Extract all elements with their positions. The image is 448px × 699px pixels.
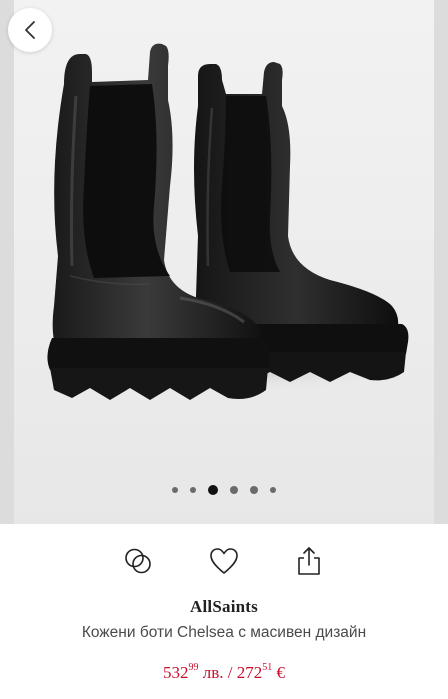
share-button[interactable]	[291, 543, 327, 579]
price-eur-currency: €	[272, 663, 285, 682]
gallery-dot[interactable]	[230, 486, 238, 494]
gallery-pagination	[0, 484, 448, 496]
gallery-dot[interactable]	[250, 486, 258, 494]
product-image-gallery[interactable]	[0, 0, 448, 524]
gallery-dot[interactable]	[190, 487, 196, 493]
compare-button[interactable]	[120, 543, 156, 579]
price-bgn-main: 532	[163, 663, 189, 682]
gallery-dot-active[interactable]	[208, 485, 218, 495]
chevron-left-icon	[25, 21, 35, 39]
compare-circles-icon	[125, 548, 151, 574]
previous-image-peek	[0, 0, 14, 524]
heart-icon	[210, 548, 238, 574]
wishlist-button[interactable]	[206, 543, 242, 579]
price-bgn-currency: лв. /	[198, 663, 237, 682]
product-name: Кожени боти Chelsea с масивен дизайн	[81, 624, 367, 641]
next-image-peek	[434, 0, 448, 524]
share-icon	[298, 547, 320, 575]
gallery-dot[interactable]	[172, 487, 178, 493]
product-actions-bar	[0, 543, 448, 579]
product-image	[40, 43, 420, 400]
price-eur-decimal: 51	[262, 662, 273, 673]
back-button[interactable]	[8, 8, 52, 52]
product-price: 53299 лв. / 27251 €	[0, 662, 448, 683]
gallery-dot[interactable]	[270, 487, 276, 493]
product-brand[interactable]: AllSaints	[0, 597, 448, 617]
price-eur-main: 272	[236, 663, 263, 682]
price-bgn-decimal: 99	[188, 662, 199, 673]
